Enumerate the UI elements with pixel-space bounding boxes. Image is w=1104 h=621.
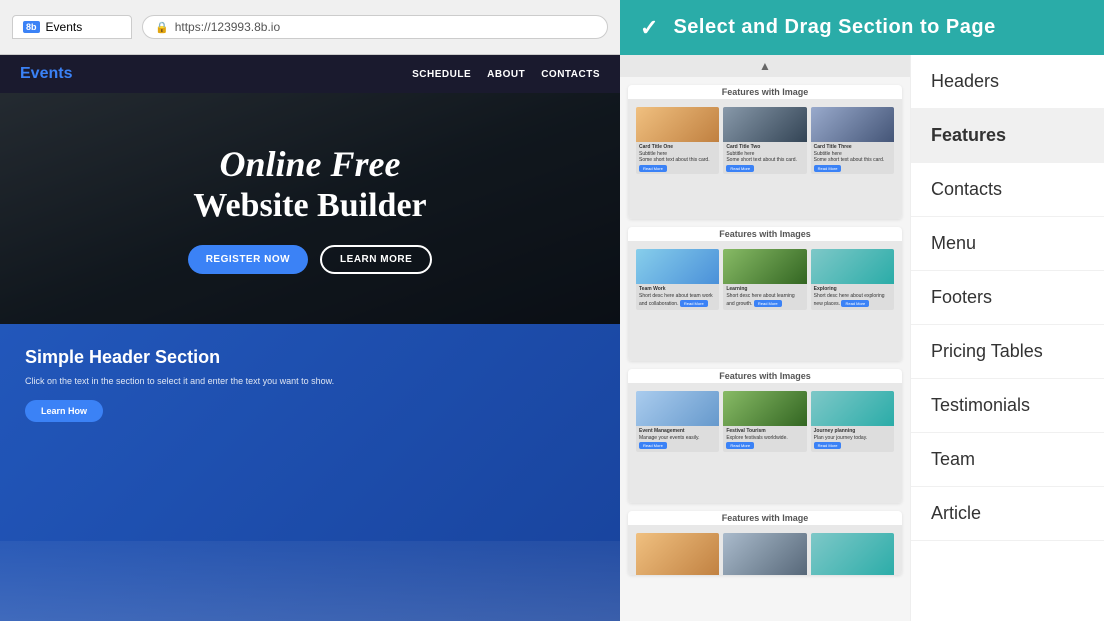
mini-card-text-3b: Festival TourismExplore festivals worldw… [723, 426, 806, 452]
category-pricing-tables[interactable]: Pricing Tables [911, 325, 1104, 379]
mini-card-img-4b [723, 533, 806, 575]
learn-more-button[interactable]: LEARN MORE [320, 245, 432, 274]
url-text: https://123993.8b.io [175, 20, 280, 34]
sections-container: ▲ Features with Image Card Title OneSubt… [620, 55, 1104, 621]
category-list: Headers Features Contacts Menu Footers P… [910, 55, 1104, 621]
mini-card-img-4a [636, 533, 719, 575]
hero-buttons: REGISTER NOW LEARN MORE [188, 245, 433, 274]
logo-text: vents [31, 65, 73, 82]
mini-card-1b: Card Title TwoSubtitle hereSome short te… [723, 107, 806, 174]
mini-card-2c: ExploringShort desc here about exploring… [811, 249, 894, 310]
mini-cards-4 [636, 533, 894, 575]
website-preview: Events SCHEDULE ABOUT CONTACTS Online Fr… [0, 55, 620, 621]
mini-card-img-2a [636, 249, 719, 284]
thumbnail-img-2: Team WorkShort desc here about team work… [628, 241, 902, 361]
category-testimonials[interactable]: Testimonials [911, 379, 1104, 433]
mini-card-text-1c: Card Title ThreeSubtitle hereSome short … [811, 142, 894, 174]
learn-how-button[interactable]: Learn How [25, 400, 103, 422]
mini-cards-2: Team WorkShort desc here about team work… [636, 249, 894, 310]
hero-content: Online Free Website Builder REGISTER NOW… [188, 143, 433, 274]
scroll-up-button[interactable]: ▲ [620, 55, 910, 77]
mini-card-img-1b [723, 107, 806, 142]
category-team[interactable]: Team [911, 433, 1104, 487]
left-panel: 8b Events 🔒 https://123993.8b.io Events … [0, 0, 620, 621]
mini-card-2b: LearningShort desc here about learning a… [723, 249, 806, 310]
hero-title-bold: Website Builder [188, 186, 433, 227]
header-title: Select and Drag Section to Page [673, 16, 995, 39]
thumbnail-img-1: Card Title OneSubtitle hereSome short te… [628, 99, 902, 219]
category-headers[interactable]: Headers [911, 55, 1104, 109]
mini-card-img-1c [811, 107, 894, 142]
site-nav: Events SCHEDULE ABOUT CONTACTS [0, 55, 620, 93]
category-features[interactable]: Features [911, 109, 1104, 163]
mini-card-img-3b [723, 391, 806, 426]
thumbnail-features-with-images-3[interactable]: Features with Images Event ManagementMan… [628, 369, 902, 503]
nav-about[interactable]: ABOUT [487, 69, 525, 80]
mini-card-4c [811, 533, 894, 575]
site-logo: Events [20, 65, 72, 83]
mini-card-1c: Card Title ThreeSubtitle hereSome short … [811, 107, 894, 174]
mini-card-img-2c [811, 249, 894, 284]
browser-chrome: 8b Events 🔒 https://123993.8b.io [0, 0, 620, 55]
register-button[interactable]: REGISTER NOW [188, 245, 308, 274]
mini-card-img-3a [636, 391, 719, 426]
mini-card-text-2b: LearningShort desc here about learning a… [723, 284, 806, 310]
hero-title-italic: Online Free [188, 143, 433, 186]
thumbnail-features-with-images-2[interactable]: Features with Images Team WorkShort desc… [628, 227, 902, 361]
mini-cards-1: Card Title OneSubtitle hereSome short te… [636, 107, 894, 174]
address-bar[interactable]: 🔒 https://123993.8b.io [142, 15, 608, 39]
category-article[interactable]: Article [911, 487, 1104, 541]
right-panel: ✓ Select and Drag Section to Page ▲ Feat… [620, 0, 1104, 621]
bottom-content: Simple Header Section Click on the text … [25, 346, 595, 422]
category-footers[interactable]: Footers [911, 271, 1104, 325]
top-header-bar: ✓ Select and Drag Section to Page [620, 0, 1104, 55]
thumbnail-title-4: Features with Image [628, 511, 902, 525]
thumbnail-title-2: Features with Images [628, 227, 902, 241]
mini-card-text-2a: Team WorkShort desc here about team work… [636, 284, 719, 310]
mini-card-img-4c [811, 533, 894, 575]
logo-accent: E [20, 65, 31, 82]
browser-tab[interactable]: 8b Events [12, 15, 132, 39]
mini-card-4a [636, 533, 719, 575]
mini-card-text-3c: Journey planningPlan your journey today.… [811, 426, 894, 452]
mini-card-4b [723, 533, 806, 575]
mini-card-2a: Team WorkShort desc here about team work… [636, 249, 719, 310]
lock-icon: 🔒 [155, 21, 169, 34]
thumbnail-features-with-image-1[interactable]: Features with Image Card Title OneSubtit… [628, 85, 902, 219]
thumbnail-features-with-image-4[interactable]: Features with Image [628, 511, 902, 575]
mini-card-3c: Journey planningPlan your journey today.… [811, 391, 894, 452]
thumbnail-title-3: Features with Images [628, 369, 902, 383]
mini-card-3b: Festival TourismExplore festivals worldw… [723, 391, 806, 452]
thumbnail-img-4 [628, 525, 902, 575]
mini-card-text-2c: ExploringShort desc here about exploring… [811, 284, 894, 310]
bottom-section: Simple Header Section Click on the text … [0, 324, 620, 621]
mini-card-1a: Card Title OneSubtitle hereSome short te… [636, 107, 719, 174]
tab-favicon: 8b [23, 21, 40, 33]
nav-links: SCHEDULE ABOUT CONTACTS [412, 69, 600, 80]
mini-card-img-3c [811, 391, 894, 426]
check-icon: ✓ [640, 15, 658, 41]
thumbnail-img-3: Event ManagementManage your events easil… [628, 383, 902, 503]
category-menu[interactable]: Menu [911, 217, 1104, 271]
bottom-title: Simple Header Section [25, 346, 595, 369]
mini-card-text-1a: Card Title OneSubtitle hereSome short te… [636, 142, 719, 174]
mini-card-img-2b [723, 249, 806, 284]
mini-card-img-1a [636, 107, 719, 142]
thumbnails-panel[interactable]: ▲ Features with Image Card Title OneSubt… [620, 55, 910, 621]
thumbnail-title-1: Features with Image [628, 85, 902, 99]
mini-card-3a: Event ManagementManage your events easil… [636, 391, 719, 452]
nav-schedule[interactable]: SCHEDULE [412, 69, 471, 80]
bottom-desc: Click on the text in the section to sele… [25, 375, 595, 388]
hero-section: Online Free Website Builder REGISTER NOW… [0, 93, 620, 324]
category-contacts[interactable]: Contacts [911, 163, 1104, 217]
nav-contacts[interactable]: CONTACTS [541, 69, 600, 80]
mini-card-text-1b: Card Title TwoSubtitle hereSome short te… [723, 142, 806, 174]
tab-label: Events [46, 20, 83, 34]
mini-cards-3: Event ManagementManage your events easil… [636, 391, 894, 452]
mini-card-text-3a: Event ManagementManage your events easil… [636, 426, 719, 452]
